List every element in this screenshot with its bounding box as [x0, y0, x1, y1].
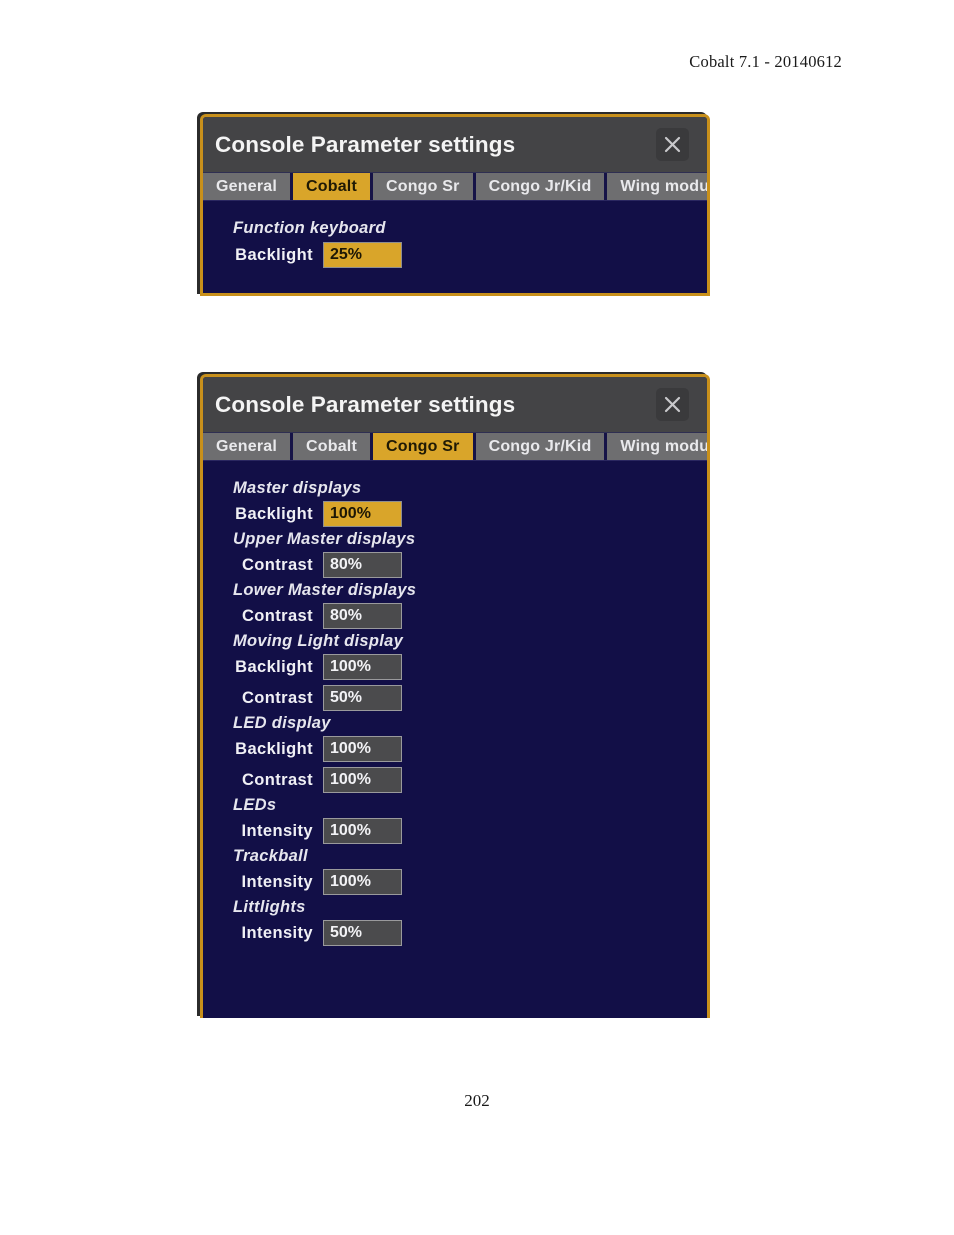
tab-cobalt[interactable]: Cobalt: [293, 173, 370, 200]
console-parameter-settings-dialog-congo-sr: Console Parameter settings General Cobal…: [200, 374, 710, 1018]
field-input-led-display-backlight[interactable]: 100%: [323, 736, 402, 762]
dialog-title: Console Parameter settings: [215, 131, 516, 157]
field-label: Backlight: [235, 245, 313, 264]
group-label-upper-master-displays: Upper Master displays: [233, 530, 416, 548]
field-label: Intensity: [241, 821, 313, 840]
field-row-trackball-intensity: Intensity 100%: [203, 867, 707, 897]
group-label-lower-master-displays: Lower Master displays: [233, 581, 417, 599]
dialog-tabstrip: General Cobalt Congo Sr Congo Jr/Kid Win…: [203, 172, 707, 201]
field-input-lower-master-displays-contrast[interactable]: 80%: [323, 603, 402, 629]
field-row-led-display-contrast: Contrast 100%: [203, 765, 707, 795]
field-row-littlights-intensity: Intensity 50%: [203, 918, 707, 948]
close-icon[interactable]: [656, 388, 689, 421]
group-label-master-displays: Master displays: [233, 479, 362, 497]
dialog-body: Master displays Backlight 100% Upper Mas…: [203, 461, 707, 1018]
tab-cobalt[interactable]: Cobalt: [293, 433, 370, 460]
field-input-led-display-contrast[interactable]: 100%: [323, 767, 402, 793]
field-label: Intensity: [241, 872, 313, 891]
field-input-backlight[interactable]: 25%: [323, 242, 402, 268]
field-input-master-displays-backlight[interactable]: 100%: [323, 501, 402, 527]
group-label-led-display: LED display: [233, 714, 331, 732]
tab-congo-sr[interactable]: Congo Sr: [372, 173, 473, 200]
dialog-tabstrip: General Cobalt Congo Sr Congo Jr/Kid Win…: [203, 432, 707, 461]
field-label: Contrast: [241, 770, 313, 789]
field-label: Intensity: [241, 923, 313, 942]
dialog-body: Function keyboard Backlight 25%: [203, 201, 707, 293]
group-label-leds: LEDs: [233, 796, 277, 814]
group-label-function-keyboard: Function keyboard: [233, 219, 386, 237]
field-input-upper-master-displays-contrast[interactable]: 80%: [323, 552, 402, 578]
tab-wing-modules[interactable]: Wing modules: [607, 433, 707, 460]
dialog-title: Console Parameter settings: [215, 391, 516, 417]
tab-congo-jr-kid[interactable]: Congo Jr/Kid: [475, 433, 605, 460]
field-label: Backlight: [235, 739, 313, 758]
field-row-moving-light-contrast: Contrast 50%: [203, 683, 707, 713]
field-row-led-display-backlight: Backlight 100%: [203, 734, 707, 764]
field-row-function-keyboard-backlight: Backlight 25%: [203, 240, 707, 270]
field-input-trackball-intensity[interactable]: 100%: [323, 869, 402, 895]
close-icon[interactable]: [656, 128, 689, 161]
group-label-moving-light-display: Moving Light display: [233, 632, 404, 650]
field-label: Contrast: [241, 606, 313, 625]
tab-general[interactable]: General: [203, 173, 290, 200]
group-label-littlights: Littlights: [233, 898, 306, 916]
field-label: Backlight: [235, 657, 313, 676]
tab-congo-jr-kid[interactable]: Congo Jr/Kid: [475, 173, 605, 200]
group-label-trackball: Trackball: [233, 847, 308, 865]
field-row-lower-master-displays-contrast: Contrast 80%: [203, 601, 707, 631]
field-label: Backlight: [235, 504, 313, 523]
tab-general[interactable]: General: [203, 433, 290, 460]
dialog-titlebar: Console Parameter settings: [203, 377, 707, 432]
field-row-leds-intensity: Intensity 100%: [203, 816, 707, 846]
field-row-moving-light-backlight: Backlight 100%: [203, 652, 707, 682]
page-number: 202: [464, 1091, 490, 1110]
tab-congo-sr[interactable]: Congo Sr: [372, 433, 473, 460]
field-row-master-displays-backlight: Backlight 100%: [203, 499, 707, 529]
field-input-moving-light-backlight[interactable]: 100%: [323, 654, 402, 680]
field-input-littlights-intensity[interactable]: 50%: [323, 920, 402, 946]
tab-wing-modules[interactable]: Wing modules: [607, 173, 707, 200]
field-row-upper-master-displays-contrast: Contrast 80%: [203, 550, 707, 580]
field-input-moving-light-contrast[interactable]: 50%: [323, 685, 402, 711]
dialog-titlebar: Console Parameter settings: [203, 117, 707, 172]
field-label: Contrast: [241, 555, 313, 574]
field-label: Contrast: [241, 688, 313, 707]
document-header: Cobalt 7.1 - 20140612: [689, 52, 842, 71]
field-input-leds-intensity[interactable]: 100%: [323, 818, 402, 844]
console-parameter-settings-dialog-cobalt: Console Parameter settings General Cobal…: [200, 114, 710, 296]
